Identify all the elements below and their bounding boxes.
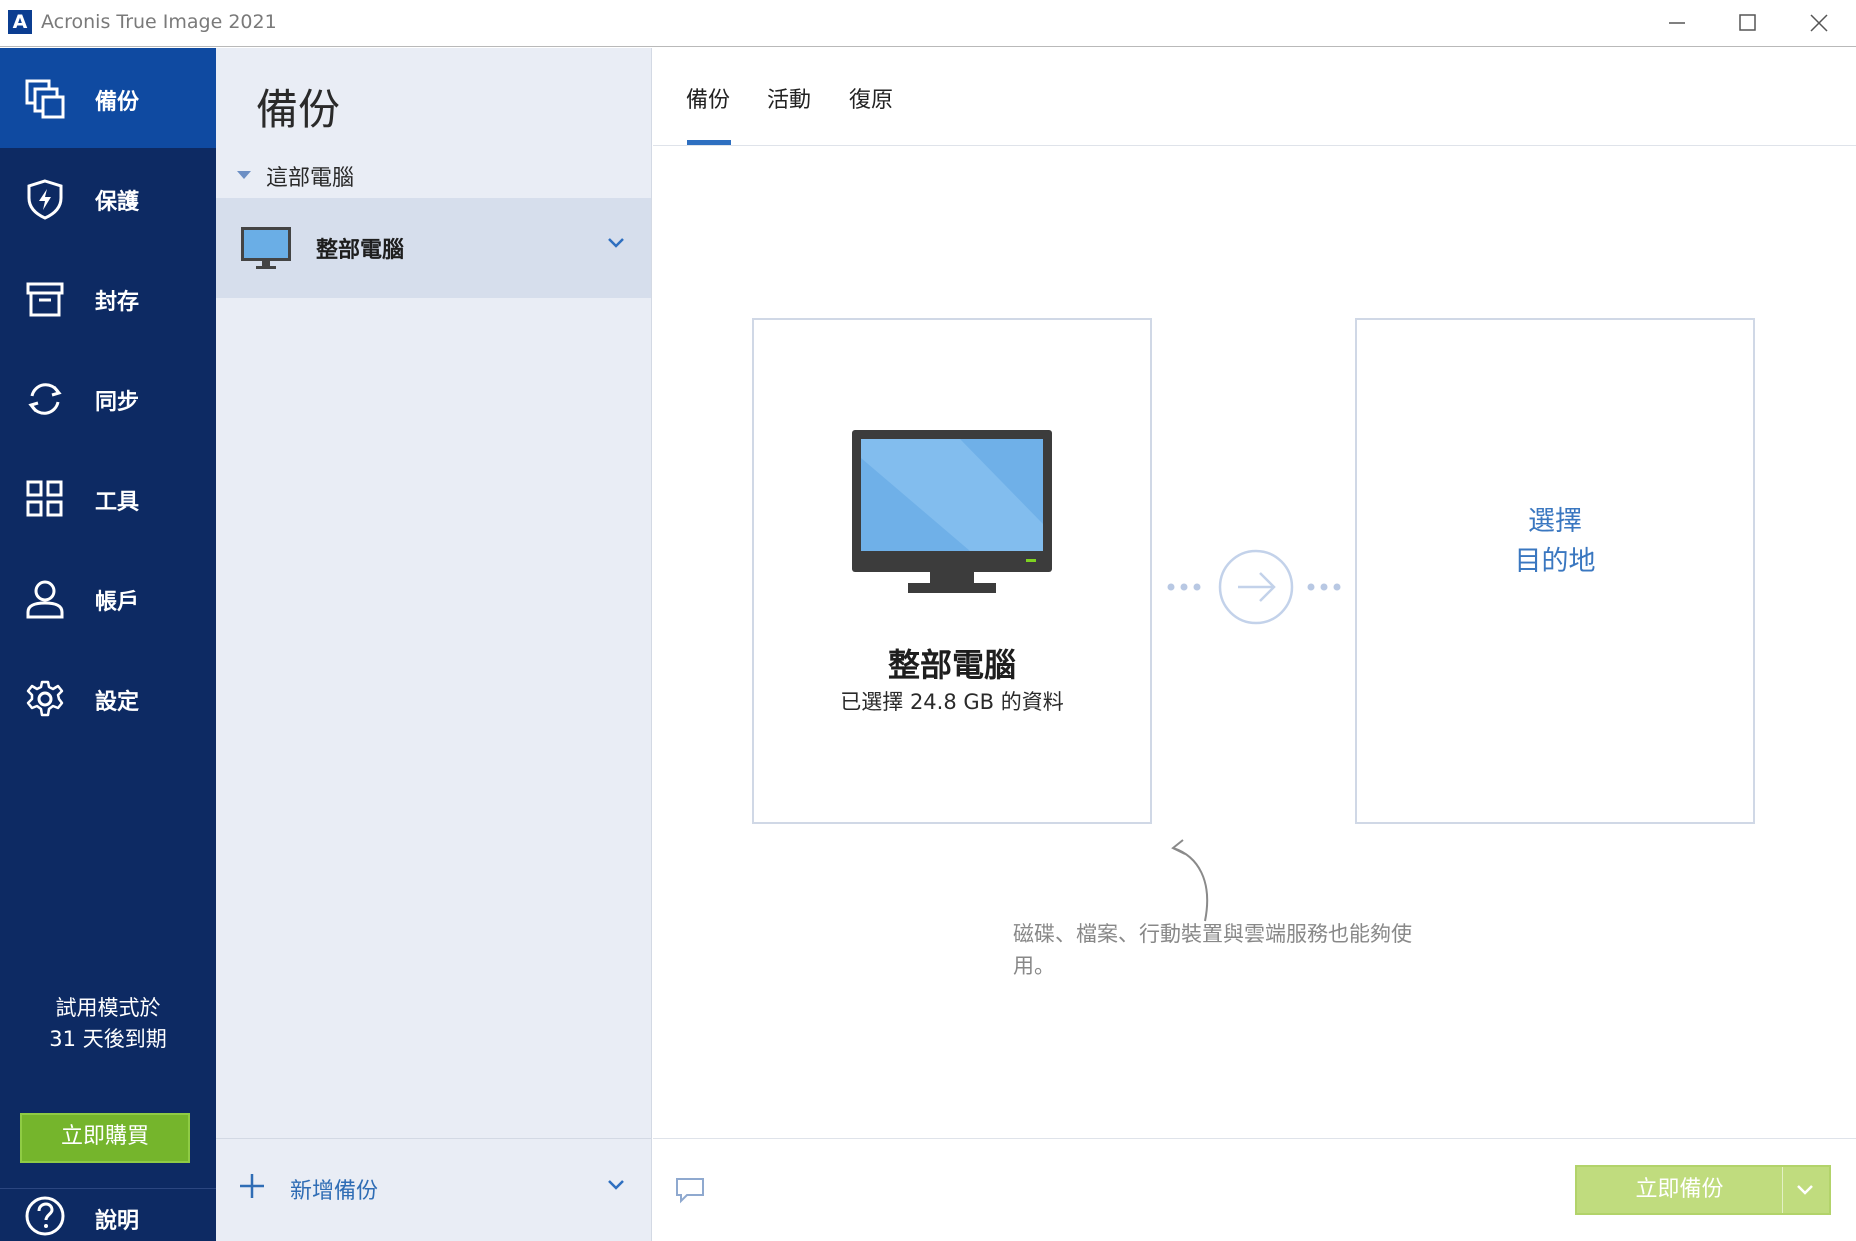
sidebar-item-label: 說明 bbox=[95, 1209, 140, 1234]
backup-now-label: 立即備份 bbox=[1635, 1177, 1724, 1202]
chevron-down-icon[interactable] bbox=[608, 1180, 624, 1190]
plus-icon[interactable] bbox=[238, 1172, 266, 1200]
sidebar-item-settings[interactable]: 設定 bbox=[0, 648, 216, 748]
backup-item-label: 整部電腦 bbox=[316, 238, 405, 263]
backup-list-panel: 備份 這部電腦 整部電腦 新增備份 bbox=[216, 48, 652, 1241]
caret-down-icon[interactable] bbox=[236, 170, 252, 180]
comment-icon[interactable] bbox=[674, 1176, 706, 1204]
main-sidebar: 備份 保護 封存 同步 工具 帳戶 設定 試用模式於 31 天後到期 立即購買 … bbox=[0, 48, 216, 1241]
backup-content: 備份 活動 復原 整部電腦 已選擇 24.8 GB 的資料 選擇 目的地 磁碟、… bbox=[653, 48, 1856, 1241]
sidebar-item-archive[interactable]: 封存 bbox=[0, 248, 216, 348]
select-destination-label: 選擇 目的地 bbox=[1357, 502, 1753, 582]
destination-line1: 選擇 bbox=[1528, 506, 1582, 537]
source-size: 已選擇 24.8 GB 的資料 bbox=[840, 690, 1064, 714]
backup-destination-card[interactable]: 選擇 目的地 bbox=[1355, 318, 1755, 824]
title-bar: A Acronis True Image 2021 bbox=[0, 0, 1856, 47]
chevron-down-icon[interactable] bbox=[1796, 1181, 1814, 1199]
archive-icon bbox=[26, 282, 64, 317]
destination-hint-text: 磁碟、檔案、行動裝置與雲端服務也能夠使用。 bbox=[1013, 922, 1412, 978]
trial-status-line1: 試用模式於 bbox=[55, 996, 161, 1020]
window-title: Acronis True Image 2021 bbox=[41, 11, 277, 33]
computer-monitor-icon bbox=[852, 430, 1052, 593]
tab-recovery[interactable]: 復原 bbox=[849, 82, 893, 114]
chevron-down-icon[interactable] bbox=[608, 238, 624, 248]
tab-activity[interactable]: 活動 bbox=[767, 82, 811, 114]
sidebar-item-label: 設定 bbox=[95, 690, 140, 715]
backup-now-button[interactable]: 立即備份 bbox=[1575, 1165, 1831, 1215]
sidebar-item-label: 帳戶 bbox=[95, 590, 140, 615]
close-icon bbox=[1810, 14, 1828, 32]
sidebar-item-tools[interactable]: 工具 bbox=[0, 448, 216, 548]
button-split bbox=[1782, 1167, 1783, 1213]
destination-line2: 目的地 bbox=[1514, 546, 1596, 577]
acronis-logo-icon: A bbox=[8, 10, 32, 34]
sidebar-item-label: 同步 bbox=[95, 390, 140, 415]
sidebar-item-help[interactable]: 說明 bbox=[0, 1191, 216, 1241]
group-label-this-computer[interactable]: 這部電腦 bbox=[266, 160, 354, 192]
sync-icon bbox=[28, 383, 62, 415]
help-icon bbox=[25, 1196, 65, 1236]
add-backup-button[interactable]: 新增備份 bbox=[290, 1173, 378, 1205]
backup-list-item[interactable]: 整部電腦 bbox=[216, 198, 651, 298]
sidebar-item-backup[interactable]: 備份 bbox=[0, 48, 216, 148]
minimize-icon bbox=[1669, 22, 1685, 24]
sidebar-item-protection[interactable]: 保護 bbox=[0, 148, 216, 248]
tab-divider bbox=[653, 145, 1856, 146]
maximize-icon bbox=[1739, 14, 1756, 31]
sidebar-item-account[interactable]: 帳戶 bbox=[0, 548, 216, 648]
source-title: 整部電腦 bbox=[887, 646, 1016, 684]
shield-icon bbox=[27, 179, 63, 220]
gear-icon bbox=[26, 680, 64, 717]
sidebar-item-sync[interactable]: 同步 bbox=[0, 348, 216, 448]
backup-arrow-connector-icon bbox=[1167, 549, 1341, 625]
minimize-button[interactable] bbox=[1642, 0, 1712, 46]
panel-title: 備份 bbox=[256, 85, 341, 134]
footer-divider bbox=[653, 1138, 1856, 1139]
sidebar-item-label: 保護 bbox=[95, 190, 140, 215]
panel-divider bbox=[216, 1138, 651, 1139]
trial-status-line2: 31 天後到期 bbox=[49, 1027, 167, 1051]
maximize-button[interactable] bbox=[1713, 0, 1783, 46]
sidebar-item-label: 封存 bbox=[95, 290, 140, 315]
curved-arrow-icon bbox=[1171, 839, 1209, 922]
monitor-icon bbox=[241, 227, 291, 269]
tools-grid-icon bbox=[26, 480, 63, 517]
buy-now-button[interactable]: 立即購買 bbox=[20, 1113, 190, 1163]
sidebar-item-label: 備份 bbox=[95, 90, 140, 115]
sidebar-item-label: 工具 bbox=[95, 490, 140, 515]
backup-source-card[interactable]: 整部電腦 已選擇 24.8 GB 的資料 bbox=[752, 318, 1152, 824]
account-icon bbox=[26, 580, 64, 619]
tab-backup[interactable]: 備份 bbox=[686, 82, 730, 114]
close-button[interactable] bbox=[1784, 0, 1854, 46]
sidebar-divider bbox=[0, 1188, 216, 1189]
backup-icon bbox=[25, 79, 65, 119]
